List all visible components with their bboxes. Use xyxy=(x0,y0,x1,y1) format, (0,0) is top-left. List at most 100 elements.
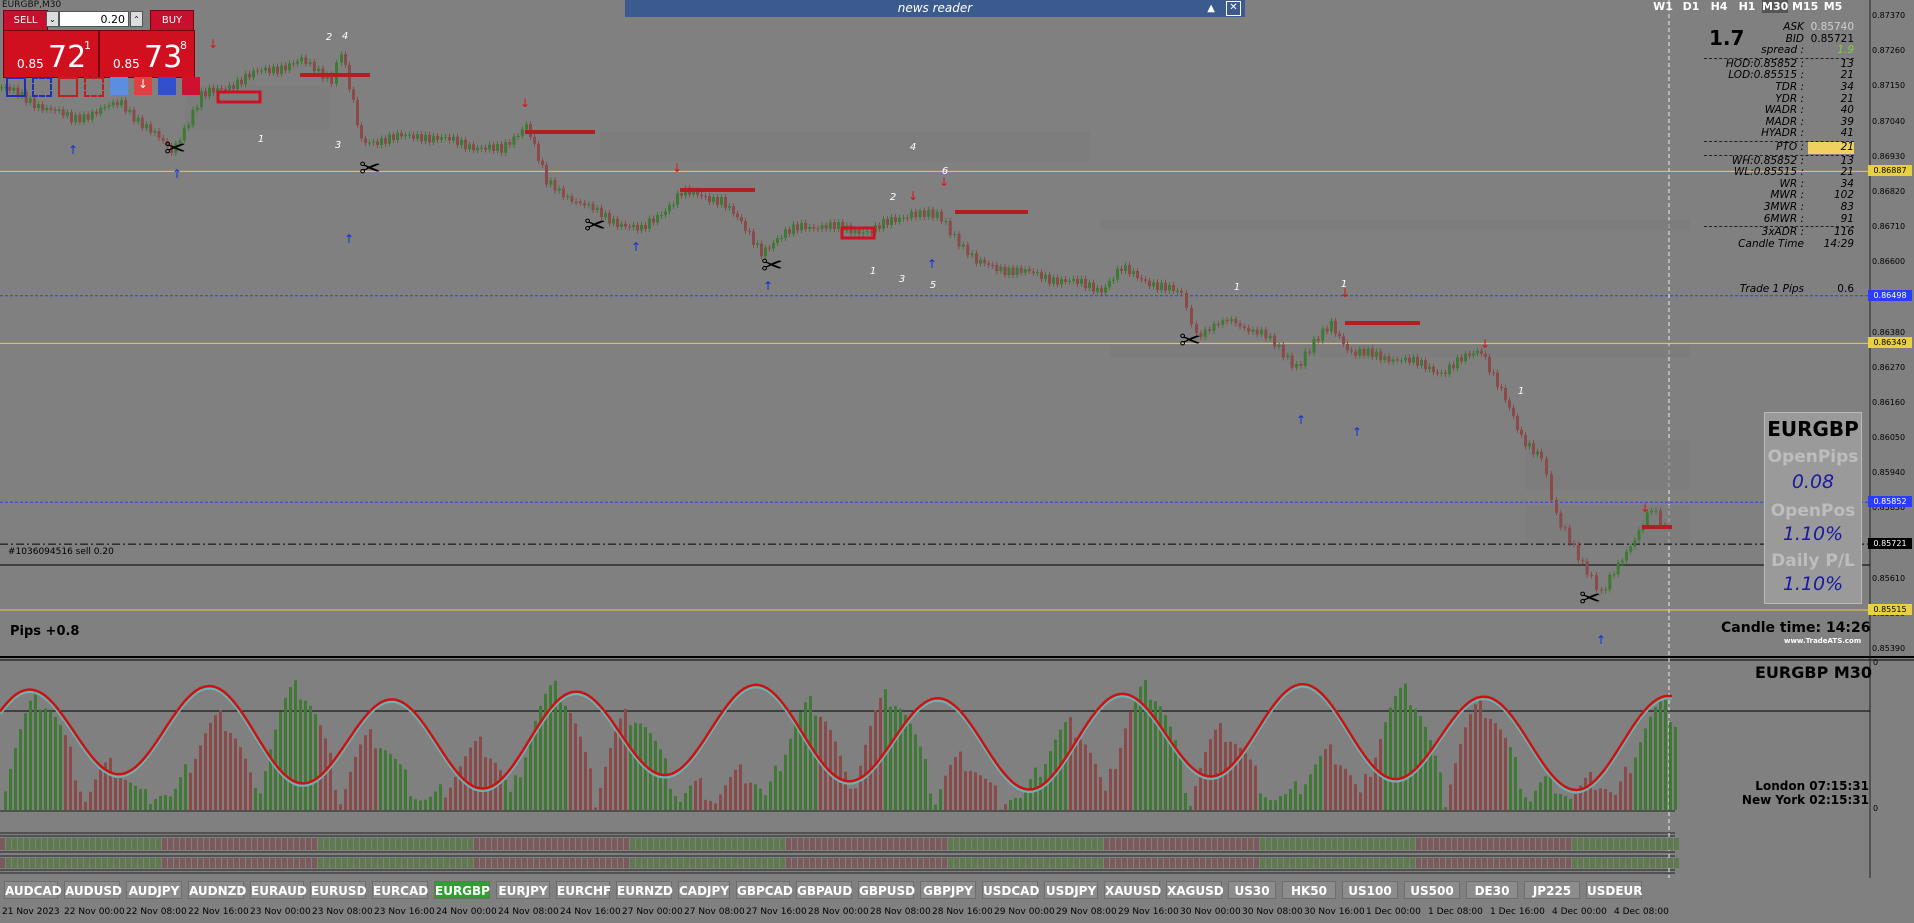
arrow-down-tool-icon[interactable]: ↓ xyxy=(134,77,152,95)
subpane-bar xyxy=(1056,858,1061,868)
symbol-tab-euraud[interactable]: EURAUD xyxy=(250,881,307,899)
symbol-tab-de30[interactable]: DE30 xyxy=(1466,881,1518,899)
timeframe-m30[interactable]: M30 xyxy=(1762,0,1788,13)
timeframe-m5[interactable]: M5 xyxy=(1820,0,1846,13)
news-reader-bar[interactable]: news reader ▲ ✕ xyxy=(625,0,1245,17)
subpane-bar xyxy=(1452,838,1457,850)
histogram-bar xyxy=(1449,784,1452,810)
chart-count-label: 2 xyxy=(890,192,896,203)
subpane-bar xyxy=(348,838,353,850)
candle xyxy=(82,114,86,123)
candle xyxy=(145,124,148,129)
lot-decrease-button[interactable]: ⌄ xyxy=(46,11,59,27)
symbol-tab-eurchf[interactable]: EURCHF xyxy=(556,881,611,899)
info-label: WR : xyxy=(1779,177,1804,190)
subpane-bar xyxy=(6,838,11,850)
red-rect-tool-icon[interactable] xyxy=(182,77,200,95)
candle xyxy=(1629,546,1633,552)
symbol-tab-eurgbp[interactable]: EURGBP xyxy=(434,881,490,899)
histogram-bar xyxy=(34,692,37,810)
candle xyxy=(448,136,451,141)
info-value: 116 xyxy=(1833,226,1854,239)
symbol-tab-audusd[interactable]: AUDUSD xyxy=(64,881,122,899)
sell-price-button[interactable]: 0.85 72 1 xyxy=(3,30,99,78)
info-label: PTO : xyxy=(1776,140,1804,153)
symbol-tab-us100[interactable]: US100 xyxy=(1342,881,1398,899)
subpane-bar xyxy=(1662,858,1667,868)
symbol-tab-audcad[interactable]: AUDCAD xyxy=(4,881,62,899)
blue-fill-tool-icon[interactable] xyxy=(110,77,128,95)
timeframe-w1[interactable]: W1 xyxy=(1650,0,1676,13)
symbol-tab-us30[interactable]: US30 xyxy=(1228,881,1276,899)
subpane-bar xyxy=(162,858,167,868)
timeframe-h4[interactable]: H4 xyxy=(1706,0,1732,13)
symbol-tab-xauusd[interactable]: XAUUSD xyxy=(1104,881,1161,899)
symbol-tab-eurusd[interactable]: EURUSD xyxy=(310,881,367,899)
timeframe-m15[interactable]: M15 xyxy=(1792,0,1818,13)
symbol-tab-audnzd[interactable]: AUDNZD xyxy=(188,881,246,899)
symbol-tab-us500[interactable]: US500 xyxy=(1404,881,1460,899)
blue-rect-tool-icon[interactable] xyxy=(158,77,176,95)
timeframe-d1[interactable]: D1 xyxy=(1678,0,1704,13)
subpane-bar xyxy=(576,858,581,868)
candle xyxy=(1512,407,1515,417)
lot-increase-button[interactable]: ⌃ xyxy=(130,11,143,27)
buy-button[interactable]: BUY xyxy=(150,10,194,31)
close-icon[interactable]: ✕ xyxy=(1226,1,1241,16)
subpane-bar xyxy=(1518,838,1523,850)
symbol-tab-gbpaud[interactable]: GBPAUD xyxy=(796,881,852,899)
sell-button[interactable]: SELL xyxy=(3,10,48,31)
histogram-bar xyxy=(564,705,567,810)
symbol-tab-audjpy[interactable]: AUDJPY xyxy=(126,881,182,899)
histogram-bar xyxy=(4,791,7,810)
symbol-tab-xagusd[interactable]: XAGUSD xyxy=(1166,881,1224,899)
symbol-tab-usdcad[interactable]: USDCAD xyxy=(982,881,1039,899)
symbol-tab-eurjpy[interactable]: EURJPY xyxy=(496,881,550,899)
subpane-bar xyxy=(1182,838,1187,850)
rectangle-tool-icon[interactable] xyxy=(6,77,26,97)
red-dashed-rectangle-tool-icon[interactable] xyxy=(84,77,104,97)
histogram-bar xyxy=(974,772,977,810)
candle xyxy=(1496,372,1499,387)
subpane-bar xyxy=(1212,838,1217,850)
symbol-tab-hk50[interactable]: HK50 xyxy=(1282,881,1336,899)
symbol-tab-usdeur[interactable]: USDEUR xyxy=(1586,881,1643,899)
collapse-icon[interactable]: ▲ xyxy=(1207,0,1215,17)
symbol-tab-eurcad[interactable]: EURCAD xyxy=(372,881,428,899)
subpane-bar xyxy=(816,838,821,850)
candle xyxy=(1468,353,1471,356)
subpane-bar xyxy=(198,858,203,868)
subpane-bar xyxy=(906,838,911,850)
red-rectangle-tool-icon[interactable] xyxy=(58,77,78,97)
candle xyxy=(999,267,1003,272)
candle xyxy=(591,204,595,210)
candle xyxy=(1612,574,1616,576)
dashed-rectangle-tool-icon[interactable] xyxy=(32,77,52,97)
candle xyxy=(1255,329,1259,335)
timeframe-h1[interactable]: H1 xyxy=(1734,0,1760,13)
histogram-bar xyxy=(234,738,237,810)
buy-price-button[interactable]: 0.85 73 8 xyxy=(99,30,195,78)
symbol-tab-usdjpy[interactable]: USDJPY xyxy=(1044,881,1098,899)
subpane-bar xyxy=(750,838,755,850)
symbol-tab-gbpcad[interactable]: GBPCAD xyxy=(736,881,793,899)
subpane-bar xyxy=(480,858,485,868)
subpane-bar xyxy=(456,838,461,850)
histogram-bar xyxy=(119,778,122,810)
subpane-bar xyxy=(1458,838,1463,850)
subpane-bar xyxy=(594,838,599,850)
info-value: 91 xyxy=(1840,212,1854,225)
price-chart[interactable]: ↓↓↓↓↓↓↓↓↑↑↑↑↑↑↑↑↑✂✂✂✂✂✂2 413642135 1 11 xyxy=(0,0,1914,923)
symbol-tab-gbpusd[interactable]: GBPUSD xyxy=(858,881,915,899)
subpane-bar xyxy=(870,858,875,868)
candle xyxy=(1104,287,1107,293)
subpane-bar xyxy=(258,838,263,850)
symbol-tab-cadjpy[interactable]: CADJPY xyxy=(678,881,730,899)
subpane-bar xyxy=(1044,838,1049,850)
candle xyxy=(1400,360,1403,362)
symbol-tab-jp225[interactable]: JP225 xyxy=(1524,881,1580,899)
indicator-title: EURGBP M30 xyxy=(1755,663,1873,682)
lot-size-input[interactable]: 0.20 xyxy=(59,11,129,27)
symbol-tab-eurnzd[interactable]: EURNZD xyxy=(616,881,673,899)
symbol-tab-gbpjpy[interactable]: GBPJPY xyxy=(920,881,976,899)
